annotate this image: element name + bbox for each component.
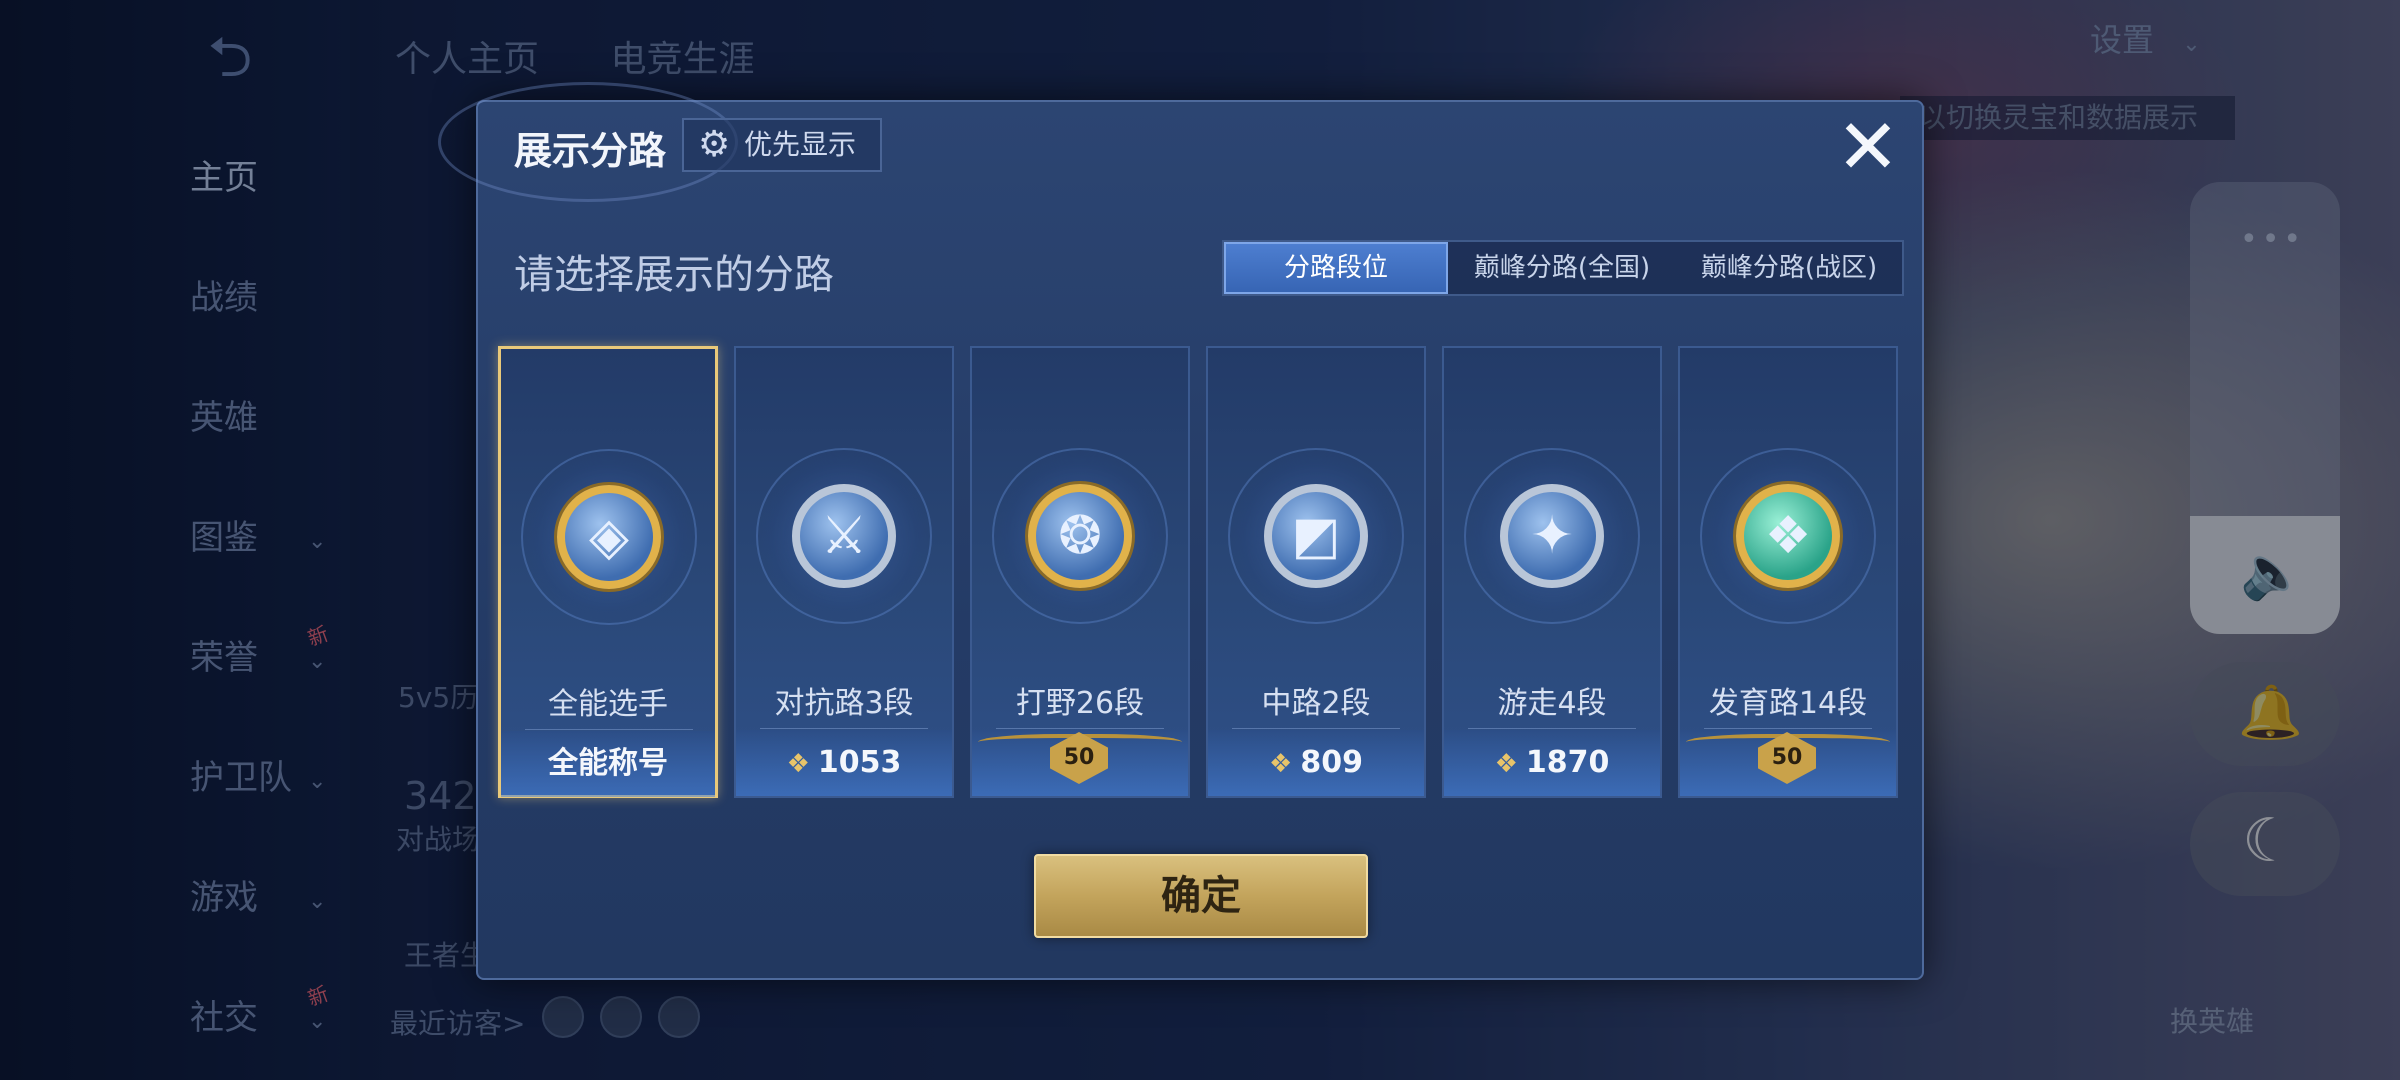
lane-card-clash-lane[interactable]: ⚔ 对抗路3段 ❖ 1053 xyxy=(734,346,954,798)
display-mode-tabs: 分路段位 巅峰分路(全国) 巅峰分路(战区) xyxy=(1222,240,1904,296)
all-round-emblem-icon: ◈ xyxy=(557,485,661,589)
lane-card-mid-lane[interactable]: ◩ 中路2段 ❖ 809 xyxy=(1206,346,1426,798)
priority-display-label: 优先显示 xyxy=(744,128,857,161)
mid-lane-emblem-icon: ◩ xyxy=(1264,484,1368,588)
close-icon: ✕ xyxy=(1836,102,1900,191)
lane-card-footer: ❖ 1870 xyxy=(1444,730,1660,796)
points-icon: ❖ xyxy=(786,749,810,779)
lane-card-jungle[interactable]: ❂ 打野26段 50 xyxy=(970,346,1190,798)
lane-card-name: 游走4段 xyxy=(1497,686,1607,721)
divider xyxy=(1232,728,1400,729)
lane-card-name: 对抗路3段 xyxy=(774,686,914,721)
rank-banner: 50 xyxy=(972,730,1188,796)
lane-card-all-round[interactable]: ◈ 全能选手全能称号 xyxy=(498,346,718,798)
lane-points-value: 1870 xyxy=(1525,745,1610,780)
divider xyxy=(1704,728,1872,729)
close-button[interactable]: ✕ xyxy=(1830,109,1906,188)
divider xyxy=(525,729,693,730)
confirm-button[interactable]: 确定 xyxy=(1034,854,1368,938)
lane-card-name: 全能选手 xyxy=(548,687,668,722)
tab-lane-rank[interactable]: 分路段位 xyxy=(1224,242,1448,294)
tab-peak-lane-national[interactable]: 巅峰分路(全国) xyxy=(1448,242,1676,294)
points-icon: ❖ xyxy=(1269,749,1293,779)
lane-card-roam[interactable]: ✦ 游走4段 ❖ 1870 xyxy=(1442,346,1662,798)
divider xyxy=(760,728,928,729)
divider xyxy=(1468,728,1636,729)
lane-card-footer: ❖ 809 xyxy=(1208,730,1424,796)
rank-banner: 50 xyxy=(1680,730,1896,796)
dialog-subtitle: 请选择展示的分路 xyxy=(514,252,834,298)
lane-card-footer: 全能称号 xyxy=(501,731,715,797)
farm-lane-emblem-icon: ❖ xyxy=(1736,484,1840,588)
lane-points-value: 809 xyxy=(1300,745,1363,780)
points-icon: ❖ xyxy=(1494,749,1518,779)
clash-lane-emblem-icon: ⚔ xyxy=(792,484,896,588)
lane-card-name: 中路2段 xyxy=(1261,686,1371,721)
roam-emblem-icon: ✦ xyxy=(1500,484,1604,588)
gear-icon: ⚙ xyxy=(698,124,731,165)
tab-peak-lane-region[interactable]: 巅峰分路(战区) xyxy=(1676,242,1902,294)
lane-card-name: 打野26段 xyxy=(1015,686,1145,721)
lane-points-value: 1053 xyxy=(817,745,902,780)
dialog-title: 展示分路 xyxy=(514,129,667,173)
lane-card-name: 发育路14段 xyxy=(1708,686,1868,721)
lane-card-farm-lane[interactable]: ❖ 发育路14段 50 xyxy=(1678,346,1898,798)
lane-display-dialog: 展示分路 ⚙ 优先显示 ✕ 请选择展示的分路 分路段位 巅峰分路(全国) 巅峰分… xyxy=(438,82,1924,980)
divider xyxy=(996,728,1164,729)
priority-display-button[interactable]: ⚙ 优先显示 xyxy=(682,118,882,172)
lane-card-footer: ❖ 1053 xyxy=(736,730,952,796)
lane-title-text: 全能称号 xyxy=(548,746,668,781)
jungle-emblem-icon: ❂ xyxy=(1028,484,1132,588)
